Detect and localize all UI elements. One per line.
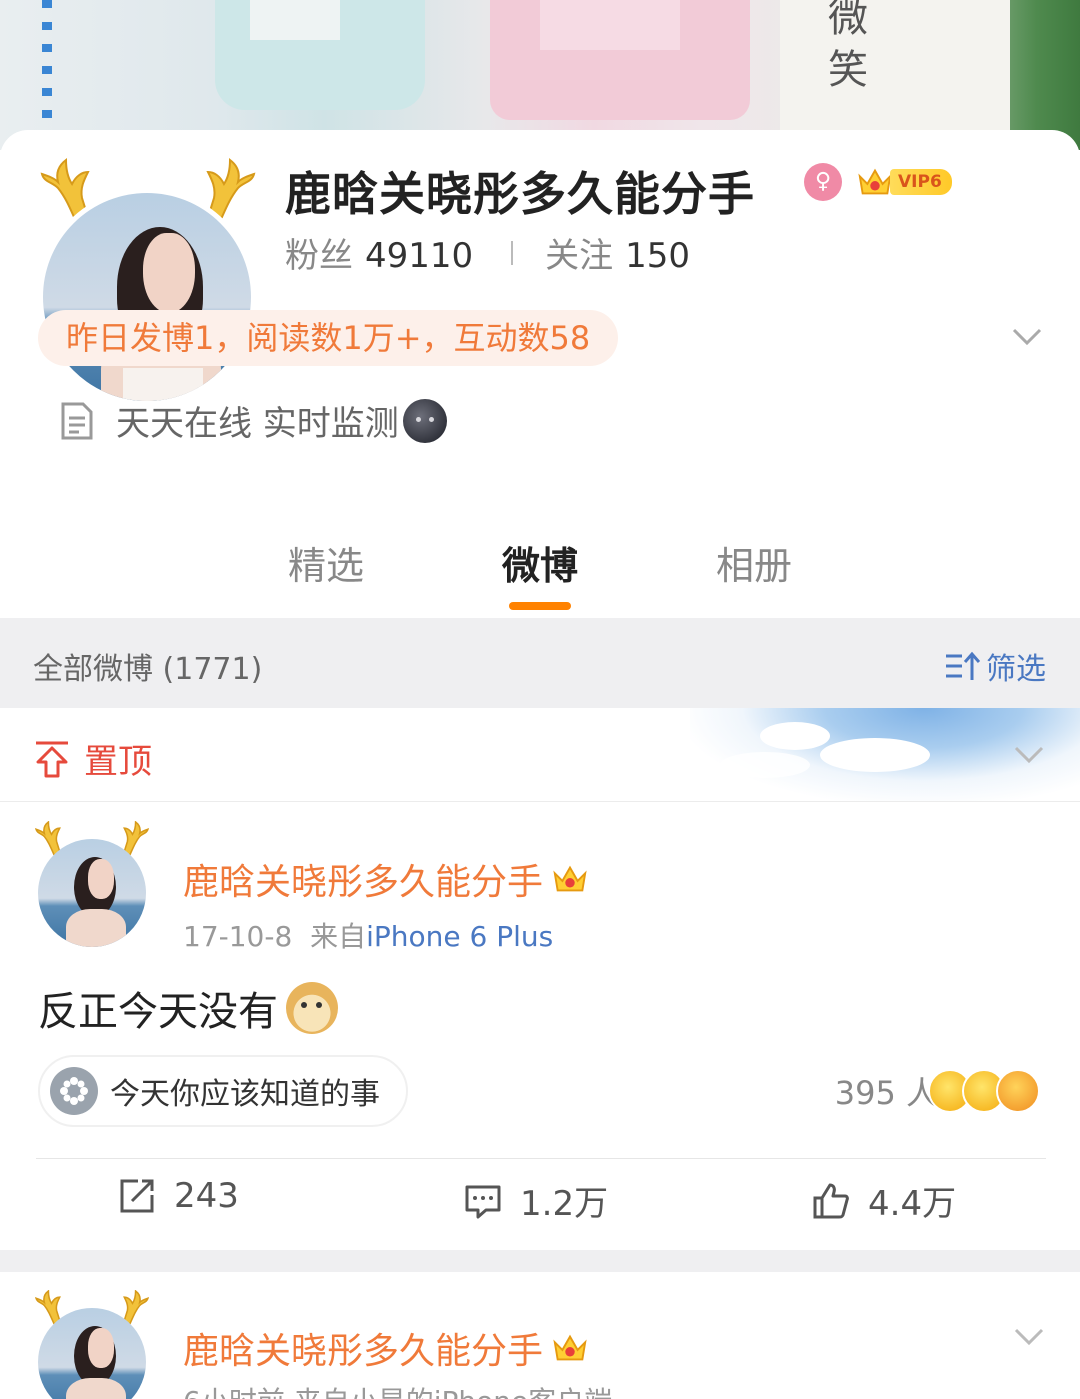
topic-flower-icon: [50, 1067, 98, 1115]
post-separator: [0, 1250, 1080, 1272]
like-button[interactable]: 4.4万: [812, 1176, 956, 1225]
filter-label: 筛选: [986, 652, 1046, 687]
expand-profile-chevron-down-icon[interactable]: [1012, 328, 1042, 346]
cloud-puff: [760, 722, 830, 750]
post-author-avatar[interactable]: [34, 1289, 150, 1399]
filter-sort-icon: [946, 651, 980, 680]
topic-tag[interactable]: 今天你应该知道的事: [38, 1055, 408, 1127]
post-meta: 6小时前 来自小星的iPhone客户端: [183, 1380, 612, 1399]
reaction-summary[interactable]: 395 人: [835, 1068, 1040, 1114]
kiss-emoji-icon: [996, 1069, 1040, 1113]
fans-stat[interactable]: 粉丝 49110: [285, 228, 473, 277]
daily-summary-pill[interactable]: 昨日发博1，阅读数1万+，互动数58: [38, 310, 619, 366]
post-source[interactable]: iPhone 6 Plus: [366, 920, 553, 953]
cover-figure-right-shirt: [540, 0, 680, 50]
pinned-chevron-down-icon[interactable]: [1014, 746, 1044, 764]
post-actions: 243 1.2万 4.4万: [0, 1176, 1080, 1236]
follow-label: 关注: [545, 236, 614, 276]
doge-emoji-icon: [286, 982, 338, 1034]
female-icon: ♀: [804, 163, 842, 201]
post-avatar-photo: [38, 839, 146, 947]
repost-icon: [120, 1179, 154, 1213]
post-author-name-text: 鹿晗关晓彤多久能分手: [183, 1331, 544, 1372]
repost-button[interactable]: 243: [118, 1176, 239, 1216]
cloud-puff: [820, 738, 930, 772]
pinned-text: 置顶: [84, 742, 152, 782]
pinned-header[interactable]: 置顶: [0, 708, 1080, 802]
cloud-puff: [720, 752, 810, 778]
post-divider: [36, 1158, 1046, 1159]
post-author-avatar[interactable]: [34, 820, 150, 951]
tab-featured[interactable]: 精选: [288, 535, 364, 590]
topic-text: 今天你应该知道的事: [110, 1077, 380, 1112]
comment-icon: [465, 1185, 501, 1218]
avatar-photo: [38, 188, 256, 406]
profile-name: 鹿晗关晓彤多久能分手: [285, 167, 755, 221]
vip-crown-icon: [553, 1334, 587, 1361]
tab-album[interactable]: 相册: [716, 535, 792, 590]
post-from-label: 来自: [310, 920, 367, 953]
post-menu-chevron-down-icon[interactable]: [1014, 1328, 1044, 1346]
profile-stats: 粉丝 49110 关注 150: [285, 228, 690, 277]
fans-label: 粉丝: [285, 236, 353, 276]
reaction-count: 395 人: [834, 1074, 938, 1112]
post-author-name-text: 鹿晗关晓彤多久能分手: [183, 862, 544, 903]
document-icon: [61, 402, 93, 439]
pinned-label: 置顶: [34, 734, 152, 783]
repost-count: 243: [174, 1176, 239, 1216]
post-author-name[interactable]: 鹿晗关晓彤多久能分手: [183, 853, 589, 905]
cover-paper-text: 微笑: [828, 0, 868, 93]
filter-button[interactable]: 筛选: [944, 644, 1046, 688]
vip-level: VIP6: [890, 169, 952, 195]
fans-count: 49110: [365, 236, 474, 276]
bio-text: 天天在线 实时监测: [116, 404, 399, 444]
profile-avatar[interactable]: [38, 157, 258, 408]
post-text: 反正今天没有: [38, 989, 278, 1035]
follow-stat[interactable]: 关注 150: [545, 228, 690, 277]
tab-weibo[interactable]: 微博: [502, 535, 578, 590]
profile-bio: 天天在线 实时监测: [60, 396, 447, 445]
active-tab-indicator: [509, 602, 571, 610]
feed-filter-bar: 全部微博 (1771) 筛选: [0, 618, 1080, 708]
follow-count: 150: [625, 236, 691, 276]
comment-button[interactable]: 1.2万: [464, 1176, 608, 1225]
cover-figure-left-shirt: [250, 0, 340, 40]
crown-icon: [858, 168, 892, 195]
post-meta: 17-10-8 来自iPhone 6 Plus: [183, 915, 553, 955]
profile-cover-image[interactable]: 微笑: [0, 0, 1080, 150]
vip-crown-icon: [553, 865, 587, 892]
thumbs-up-icon: [813, 1183, 849, 1218]
stats-divider: [511, 240, 514, 265]
cover-decoration: [42, 0, 52, 120]
all-posts-count: 全部微博 (1771): [33, 652, 263, 687]
post-author-name[interactable]: 鹿晗关晓彤多久能分手: [183, 1322, 589, 1374]
cover-paper: [780, 0, 1010, 140]
vip-badge[interactable]: VIP6: [856, 163, 952, 201]
new-moon-emoji-icon: [402, 398, 447, 443]
post-card[interactable]: 鹿晗关晓彤多久能分手 6小时前 来自小星的iPhone客户端: [0, 1272, 1080, 1399]
like-count: 4.4万: [868, 1184, 957, 1224]
comment-count: 1.2万: [520, 1184, 609, 1224]
post-date: 17-10-8: [183, 920, 293, 953]
pin-top-icon: [36, 741, 68, 777]
post-body: 反正今天没有: [38, 979, 338, 1037]
